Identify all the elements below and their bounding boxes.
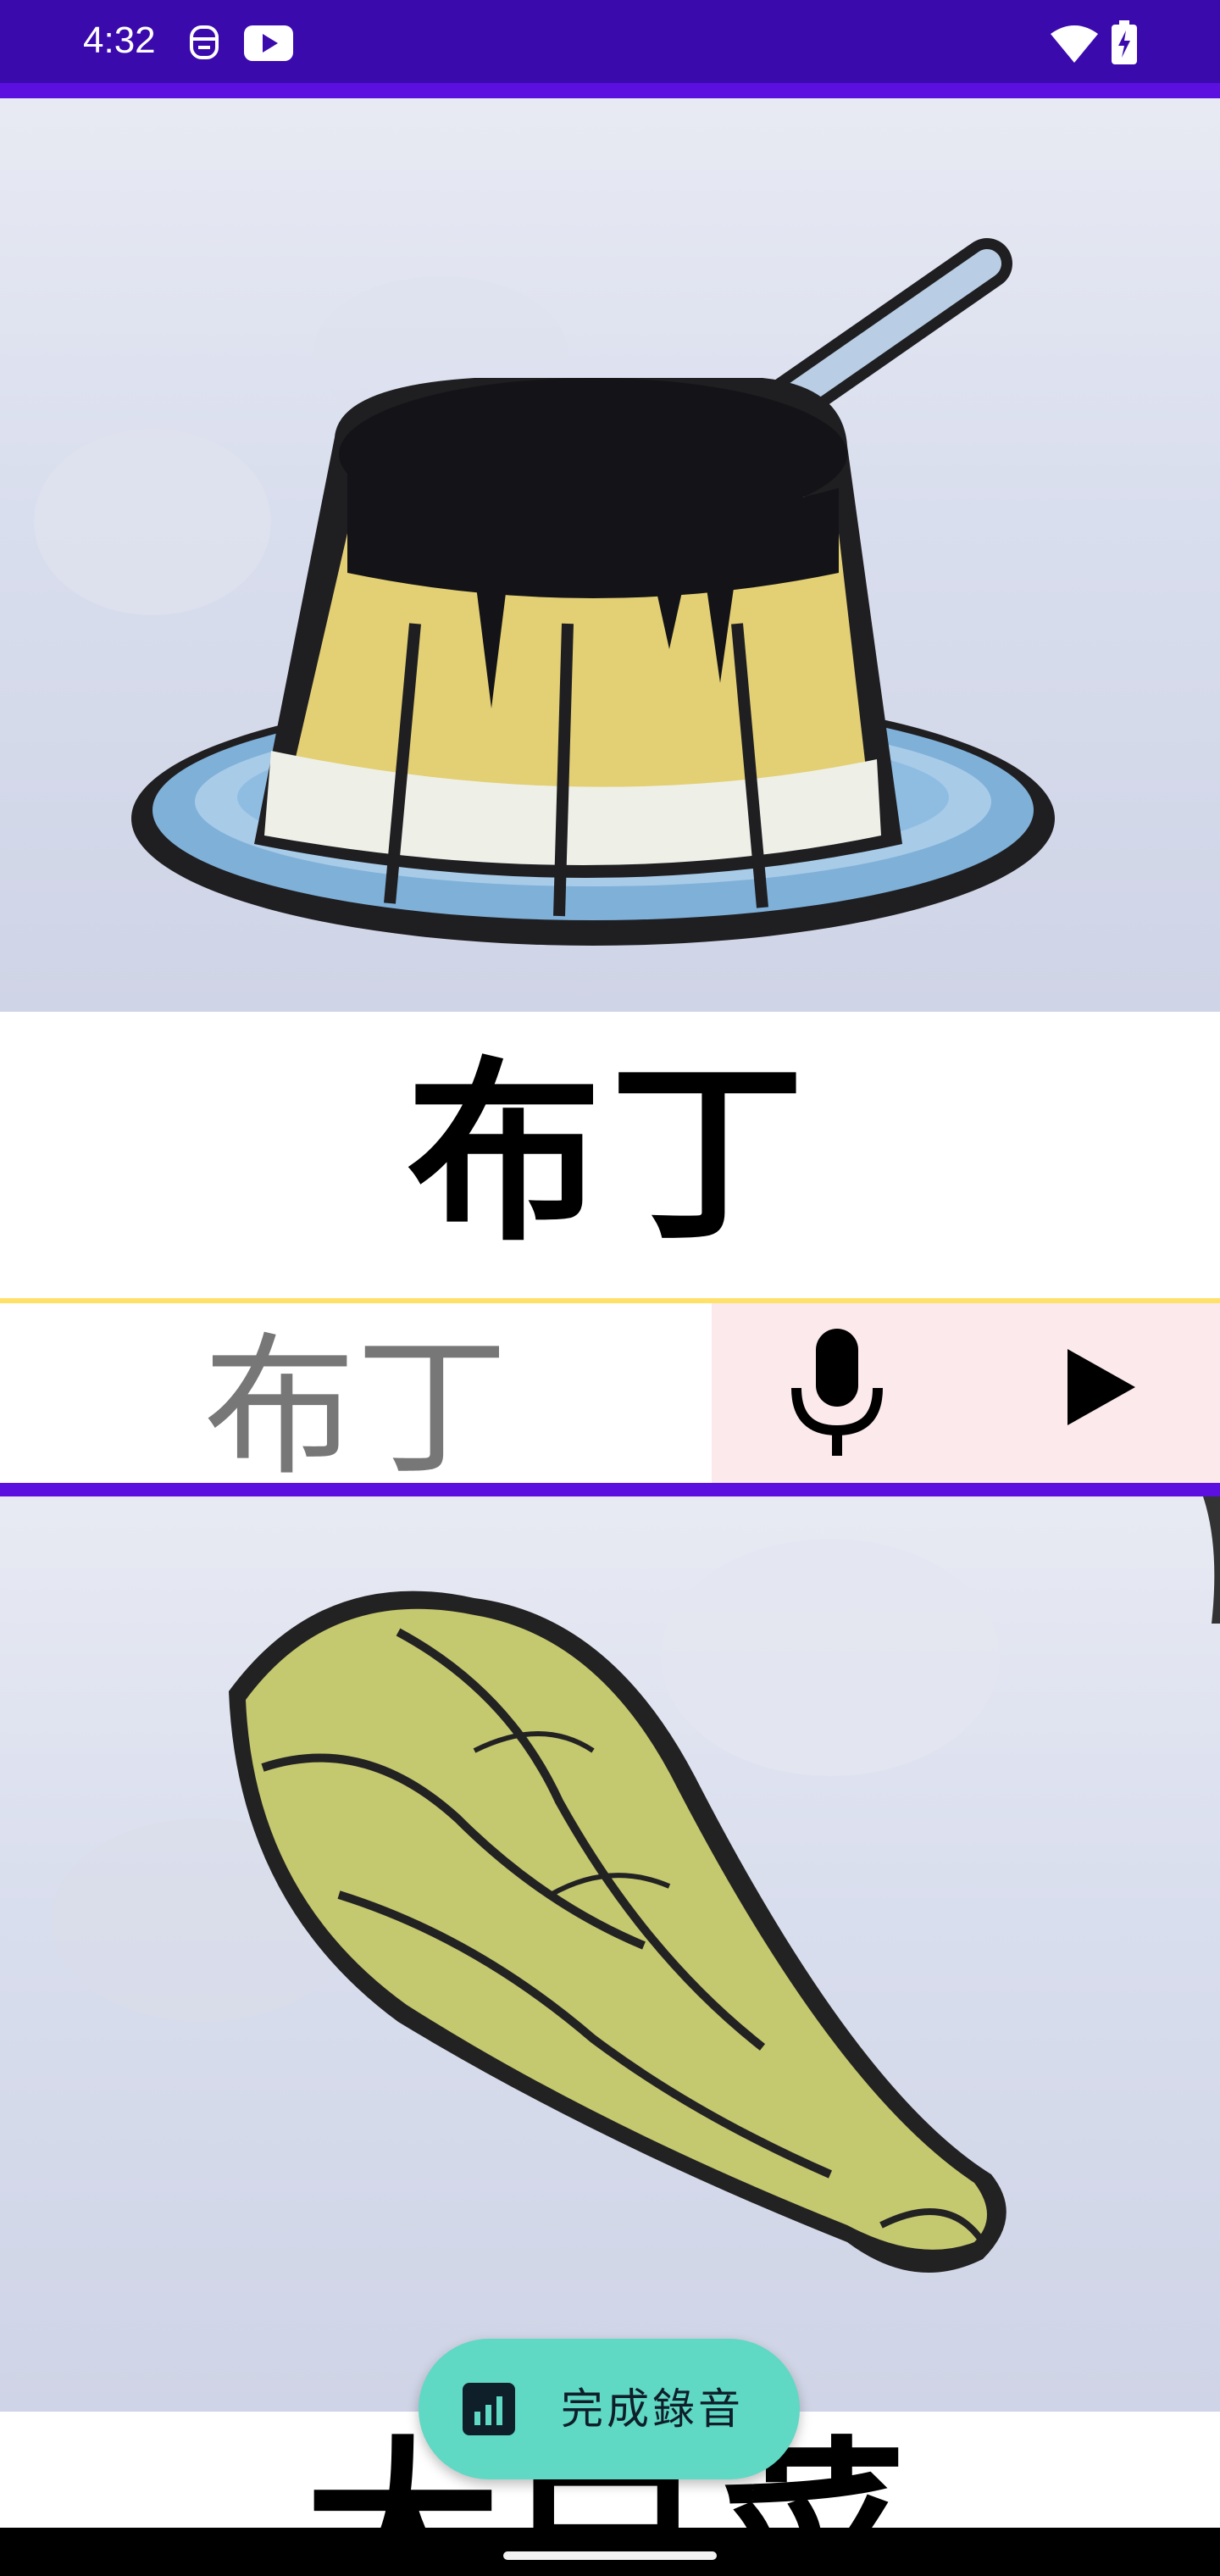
card-image-pudding[interactable] bbox=[0, 98, 1220, 1012]
pudding-illustration-icon bbox=[34, 238, 1055, 946]
divider-top bbox=[0, 83, 1220, 98]
microphone-icon[interactable] bbox=[786, 1329, 888, 1456]
chart-icon bbox=[463, 2383, 515, 2435]
record-word: 布丁 bbox=[202, 1319, 508, 1496]
card-image-bok-choy[interactable] bbox=[0, 1496, 1220, 2412]
card-title-area: 布丁 bbox=[0, 1012, 1220, 1298]
battery-charging-icon bbox=[1112, 20, 1137, 64]
bok-choy-illustration-icon bbox=[51, 1496, 1220, 2273]
play-icon[interactable] bbox=[1059, 1341, 1144, 1434]
finish-recording-label: 完成錄音 bbox=[561, 2384, 744, 2434]
status-time: 4:32 bbox=[83, 19, 156, 61]
record-row: 布丁 bbox=[0, 1303, 1220, 1496]
status-bar: 4:32 bbox=[0, 0, 1220, 83]
wifi-icon bbox=[1051, 25, 1098, 63]
divider-mid bbox=[0, 1483, 1220, 1496]
home-handle[interactable] bbox=[503, 2551, 717, 2560]
finish-recording-button[interactable]: 完成錄音 bbox=[419, 2339, 800, 2479]
card-title: 布丁 bbox=[406, 1041, 813, 1268]
notification-app-icon bbox=[190, 25, 219, 59]
youtube-icon bbox=[244, 25, 293, 61]
